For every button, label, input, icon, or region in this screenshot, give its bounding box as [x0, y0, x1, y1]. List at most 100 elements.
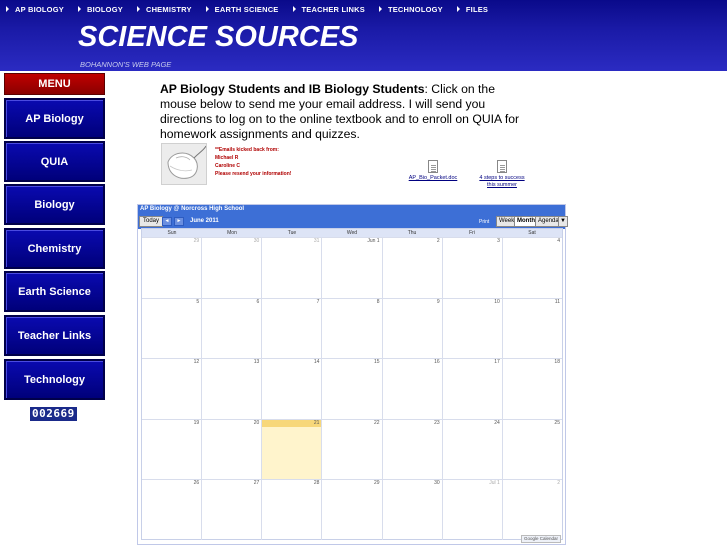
intro-paragraph: AP Biology Students and IB Biology Stude…	[160, 82, 520, 142]
day-number: 3	[497, 238, 500, 244]
sidebar-item-chemistry[interactable]: Chemistry	[4, 228, 105, 269]
day-number: 13	[253, 359, 260, 366]
emails-line: Caroline C	[215, 163, 241, 169]
sidebar-item-ap-biology[interactable]: AP Biology	[4, 98, 105, 139]
day-number: 20	[253, 419, 260, 426]
nav-chemistry[interactable]: CHEMISTRY	[136, 4, 192, 14]
calendar-day-cell[interactable]: 2	[381, 238, 442, 298]
nav-label: TEACHER LINKS	[301, 4, 365, 14]
day-number: 16	[434, 359, 440, 366]
nav-biology[interactable]: BIOLOGY	[77, 4, 123, 14]
calendar-day-cell[interactable]: 11	[501, 298, 562, 359]
sidebar-item-biology[interactable]: Biology	[4, 184, 105, 225]
calendar-day-cell[interactable]: Jul 1	[441, 480, 502, 540]
prev-month-button[interactable]: ◄	[162, 217, 172, 226]
dow-label: Mon	[227, 230, 237, 236]
calendar-day-cell[interactable]: 14	[261, 359, 321, 419]
menu-heading: MENU	[4, 73, 105, 95]
calendar-day-cell[interactable]: 3	[441, 238, 502, 298]
calendar-week-row: 19 20 21 22 23 24 25	[142, 418, 562, 480]
calendar-day-cell[interactable]: 17	[441, 359, 502, 419]
calendar-day-cell[interactable]: 2	[501, 480, 562, 540]
doc-link-ap-bio-packet[interactable]: AP_Bio_Packet.doc	[405, 160, 461, 182]
day-number: 14	[313, 359, 320, 366]
calendar-day-cell[interactable]: 4	[501, 238, 562, 298]
calendar-day-cell[interactable]: 6	[201, 298, 261, 359]
google-calendar-badge[interactable]: Google Calendar	[520, 535, 561, 543]
sidebar-item-earth-science[interactable]: Earth Science	[4, 271, 105, 312]
view-dropdown-button[interactable]: ▼	[558, 216, 568, 227]
next-month-button[interactable]: ►	[174, 217, 184, 226]
day-number: 11	[554, 298, 560, 305]
day-number: 17	[494, 359, 500, 366]
day-number: 30	[253, 238, 260, 244]
day-number: 30	[434, 480, 440, 487]
dow-label: Sat	[528, 230, 536, 236]
day-number: 27	[253, 480, 260, 487]
calendar-day-cell[interactable]: 25	[501, 419, 562, 480]
nav-teacher-links[interactable]: TEACHER LINKS	[292, 4, 365, 14]
day-number: 10	[494, 298, 500, 305]
emails-line: **Emails kicked back from:	[215, 147, 279, 153]
calendar-day-cell[interactable]: 26	[142, 480, 201, 540]
google-calendar-embed: AP Biology @ Norcross High School Today …	[137, 204, 568, 545]
calendar-day-cell[interactable]: 29	[142, 238, 201, 298]
nav-label: BIOLOGY	[86, 4, 123, 14]
calendar-day-cell[interactable]: 30	[381, 480, 442, 540]
calendar-day-cell[interactable]: 28	[261, 480, 321, 540]
nav-earth-science[interactable]: EARTH SCIENCE	[205, 5, 279, 14]
doc-label-line1: 4 steps to success	[479, 175, 525, 181]
calendar-day-cell[interactable]: 7	[261, 298, 321, 359]
calendar-day-cell[interactable]: 12	[142, 359, 201, 419]
emails-line: Michael R	[215, 155, 239, 161]
calendar-day-cell[interactable]: 22	[321, 419, 381, 480]
intro-bold: AP Biology Students and IB Biology Stude…	[160, 82, 425, 96]
doc-label: AP_Bio_Packet.doc	[408, 175, 458, 181]
nav-label: CHEMISTRY	[145, 4, 192, 14]
doc-link-4-steps[interactable]: 4 steps to success this summer	[474, 160, 530, 189]
nav-label: FILES	[465, 4, 489, 14]
sidebar-item-teacher-links[interactable]: Teacher Links	[4, 315, 105, 356]
nav-files[interactable]: FILES	[456, 4, 489, 14]
calendar-day-cell[interactable]: 10	[441, 298, 502, 359]
calendar-day-cell[interactable]: 29	[321, 480, 381, 540]
calendar-day-cell[interactable]: 23	[381, 419, 442, 480]
calendar-day-cell-today[interactable]: 21	[261, 419, 322, 480]
calendar-day-cell[interactable]: 9	[381, 298, 442, 359]
calendar-day-cell[interactable]: 24	[441, 419, 502, 480]
calendar-day-cell[interactable]: 15	[321, 359, 381, 419]
calendar-day-cell[interactable]: 20	[201, 419, 261, 480]
dow-label: Sun	[167, 230, 177, 236]
day-number: 8	[376, 298, 380, 305]
sidebar-item-label: Chemistry	[27, 242, 82, 255]
hit-counter: 002669	[30, 407, 77, 421]
calendar-day-cell[interactable]: 5	[142, 299, 201, 359]
calendar-day-cell[interactable]: 18	[501, 359, 562, 419]
calendar-day-cell[interactable]: 30	[201, 238, 261, 298]
today-button[interactable]: Today	[139, 216, 164, 227]
calendar-day-cell[interactable]: 31	[261, 238, 321, 298]
day-number: 23	[434, 419, 440, 426]
calendar-day-cell[interactable]: 8	[321, 298, 381, 359]
month-label: June 2011	[190, 218, 219, 224]
nav-technology[interactable]: TECHNOLOGY	[378, 5, 443, 14]
day-number: 24	[494, 419, 500, 426]
calendar-day-cell[interactable]: 19	[142, 420, 201, 480]
calendar-day-cell[interactable]: Jun 1	[321, 238, 381, 298]
nav-ap-biology[interactable]: AP BIOLOGY	[6, 5, 64, 14]
calendar-day-cell[interactable]: 16	[381, 359, 442, 419]
sidebar-item-quia[interactable]: QUIA	[4, 141, 105, 182]
sidebar-item-technology[interactable]: Technology	[4, 359, 105, 400]
day-number: 9	[436, 298, 440, 305]
calendar-day-cell[interactable]: 13	[201, 359, 261, 419]
print-link[interactable]: Print	[479, 218, 489, 226]
dow-label: Tue	[287, 230, 297, 236]
mouse-email-image[interactable]	[161, 143, 207, 185]
sidebar-menu: MENU AP Biology QUIA Biology Chemistry E…	[4, 73, 105, 400]
calendar-day-cell[interactable]: 27	[201, 480, 261, 540]
calendar-title: AP Biology @ Norcross High School	[138, 205, 565, 214]
day-number: 5	[196, 298, 200, 305]
triangle-icon	[378, 6, 382, 12]
emails-notice: **Emails kicked back from: Michael R Car…	[215, 146, 291, 178]
day-number: 31	[313, 238, 320, 244]
